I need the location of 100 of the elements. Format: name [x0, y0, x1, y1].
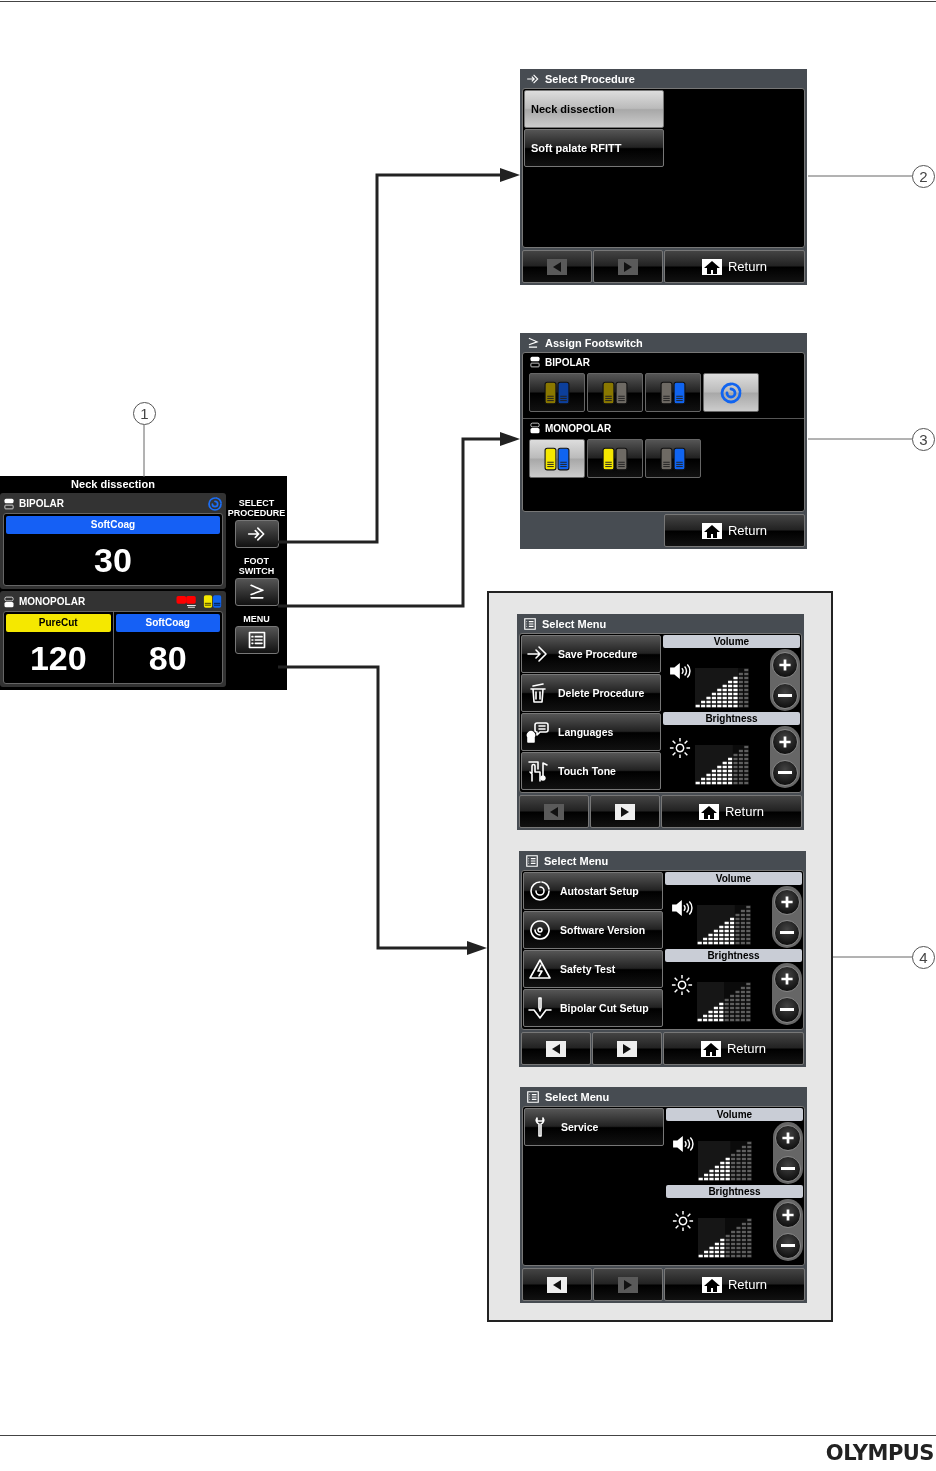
procedure-item[interactable]: Neck dissection [524, 90, 664, 128]
home-icon [702, 258, 722, 275]
footswitch-icon [526, 335, 540, 350]
menu-item[interactable]: Autostart Setup [523, 872, 663, 910]
callout-number: 4 [912, 946, 935, 969]
menu-item[interactable]: Save Procedure [521, 635, 661, 673]
output-value: 30 [93, 540, 133, 581]
setting-label: Volume [665, 872, 802, 885]
procedure-button[interactable] [234, 520, 279, 548]
increase-button[interactable] [774, 888, 800, 915]
screen-title: Select Menu [542, 617, 607, 630]
menu-item[interactable]: Touch Tone [521, 752, 661, 790]
increase-button[interactable] [772, 651, 798, 678]
next-button[interactable] [592, 1032, 662, 1065]
minus-icon [780, 1007, 794, 1012]
screen-title: Select Menu [545, 1090, 610, 1103]
setting-label: Brightness [666, 1185, 803, 1198]
menu-item[interactable]: Software Version [523, 911, 663, 949]
menu-item[interactable]: Safety Test [523, 950, 663, 988]
speech-bubble-icon [526, 720, 550, 744]
bipolar-icon [529, 356, 541, 368]
plus-icon [780, 1206, 796, 1223]
increase-button[interactable] [772, 728, 798, 755]
return-button[interactable]: Return [661, 795, 802, 828]
hand-note-icon [526, 759, 550, 783]
plus-icon [779, 893, 795, 910]
next-button[interactable] [590, 795, 660, 828]
panel-label: BIPOLAR [19, 498, 64, 509]
minus-icon [778, 770, 792, 775]
procedure-item[interactable]: Soft palate RFITT [524, 129, 664, 167]
return-button[interactable]: Return [663, 1032, 804, 1065]
home-icon [702, 1276, 722, 1293]
decrease-button[interactable] [772, 759, 798, 786]
mode-label[interactable]: PureCut [6, 614, 111, 632]
menu-item[interactable]: Service [524, 1108, 664, 1146]
swirl-icon [528, 879, 552, 903]
warning-icon [528, 957, 552, 981]
pedals-icon [660, 380, 686, 405]
previous-button[interactable] [522, 1268, 592, 1301]
pedals-icon [602, 446, 628, 471]
decrease-button[interactable] [775, 1232, 801, 1259]
menu-item[interactable]: Languages [521, 713, 661, 751]
setting-label: Brightness [663, 712, 800, 725]
plus-icon [777, 733, 793, 750]
increase-button[interactable] [775, 1124, 801, 1151]
mode-label[interactable]: SoftCoag [115, 614, 220, 632]
footswitch-option[interactable] [587, 373, 643, 412]
list-icon [523, 616, 537, 631]
footswitch-option[interactable] [645, 439, 701, 478]
decrease-button[interactable] [774, 919, 800, 946]
footswitch-option[interactable] [529, 439, 585, 478]
callout-number: 3 [912, 428, 935, 451]
menu-button[interactable] [234, 626, 279, 654]
return-button[interactable]: Return [664, 250, 805, 283]
footswitch-button[interactable] [234, 578, 279, 606]
brand-logo: OLYMPUS [825, 1441, 934, 1465]
plus-icon [777, 656, 793, 673]
mode-label[interactable]: SoftCoag [6, 516, 220, 534]
callout-number: 1 [133, 402, 156, 425]
menu-item[interactable]: Bipolar Cut Setup [523, 989, 663, 1027]
footswitch-option[interactable] [703, 373, 759, 412]
speaker-icon [672, 1133, 694, 1155]
sun-icon [669, 737, 691, 759]
button-caption: FOOT SWITCH [238, 556, 275, 576]
home-icon [701, 1040, 721, 1057]
decrease-button[interactable] [774, 996, 800, 1023]
plus-icon [779, 970, 795, 987]
setting-label: Brightness [665, 949, 802, 962]
decrease-button[interactable] [775, 1155, 801, 1182]
increase-button[interactable] [774, 965, 800, 992]
setting-label: Volume [666, 1108, 803, 1121]
monopolar-icon [3, 595, 15, 608]
footswitch-option[interactable] [645, 373, 701, 412]
output-value: 80 [147, 638, 188, 679]
button-caption: MENU [243, 614, 270, 624]
electrode-icon [528, 996, 552, 1020]
output-value: 120 [28, 638, 88, 679]
speaker-icon [671, 897, 693, 919]
footswitch-option[interactable] [587, 439, 643, 478]
footswitch-option[interactable] [529, 373, 585, 412]
swirl-icon [718, 380, 744, 405]
return-button[interactable]: Return [664, 514, 805, 547]
bipolar-icon [3, 497, 15, 510]
menu-item[interactable]: Delete Procedure [521, 674, 661, 712]
callout-number: 2 [912, 165, 935, 188]
previous-button[interactable] [521, 1032, 591, 1065]
list-icon [525, 853, 539, 868]
group-label: BIPOLAR [545, 356, 590, 368]
decrease-button[interactable] [772, 682, 798, 709]
home-icon [702, 522, 722, 539]
screen-title: Assign Footswitch [545, 336, 643, 349]
group-label: MONOPOLAR [545, 422, 612, 434]
return-button[interactable]: Return [664, 1268, 805, 1301]
increase-button[interactable] [775, 1201, 801, 1228]
button-caption: SELECT PROCEDURE [227, 498, 286, 518]
pedals-icon [544, 380, 570, 405]
pedals-icon [203, 594, 223, 609]
setting-label: Volume [663, 635, 800, 648]
pedals-icon [544, 446, 570, 471]
screen-title: Select Menu [544, 854, 609, 867]
